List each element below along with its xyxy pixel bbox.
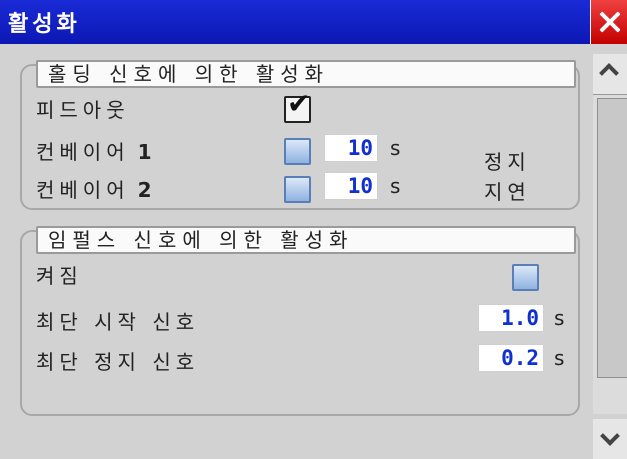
conveyor2-value-input[interactable]: 10 [324, 172, 378, 200]
holding-signal-group: 홀딩 신호에 의한 활성화 피드아웃 ✔ 컨베이어 1 10 s 컨베이어 2 10… [20, 60, 580, 210]
conveyor2-unit: s [390, 174, 401, 198]
holding-group-header: 홀딩 신호에 의한 활성화 [36, 60, 576, 88]
impulse-group-header: 임펄스 신호에 의한 활성화 [36, 226, 576, 254]
conveyor2-label: 컨베이어 2 [36, 178, 152, 202]
min-start-signal-input[interactable]: 1.0 [478, 304, 544, 332]
on-checkbox[interactable] [512, 264, 539, 291]
title-bar: 활성화 [0, 0, 627, 44]
delay-label: 지연 [484, 180, 531, 204]
conveyor1-unit: s [390, 136, 401, 160]
conveyor2-checkbox[interactable] [284, 176, 311, 203]
checkmark-icon: ✔ [287, 87, 311, 120]
impulse-signal-group: 임펄스 신호에 의한 활성화 켜짐 최단 시작 신호 1.0 s 최단 정지 신… [20, 226, 580, 416]
conveyor1-label: 컨베이어 1 [36, 140, 152, 164]
feed-out-checkbox[interactable]: ✔ [284, 90, 311, 123]
settings-panel: 홀딩 신호에 의한 활성화 피드아웃 ✔ 컨베이어 1 10 s 컨베이어 2 10… [0, 44, 590, 459]
scroll-thumb[interactable] [597, 98, 627, 378]
chevron-up-icon[interactable] [593, 54, 627, 94]
min-start-unit: s [554, 306, 565, 330]
conveyor1-checkbox[interactable] [284, 138, 311, 165]
min-stop-unit: s [554, 346, 565, 370]
chevron-down-icon[interactable] [593, 419, 627, 459]
feed-out-label: 피드아웃 [36, 98, 130, 122]
conveyor1-value-input[interactable]: 10 [324, 134, 378, 162]
close-button[interactable] [590, 0, 627, 44]
on-label: 켜짐 [36, 264, 83, 288]
window-title: 활성화 [8, 12, 81, 37]
min-stop-signal-label: 최단 정지 신호 [36, 350, 200, 374]
min-stop-signal-input[interactable]: 0.2 [478, 344, 544, 372]
min-start-signal-label: 최단 시작 신호 [36, 310, 200, 334]
stop-label: 정지 [484, 150, 531, 174]
vertical-scrollbar[interactable] [593, 54, 627, 459]
